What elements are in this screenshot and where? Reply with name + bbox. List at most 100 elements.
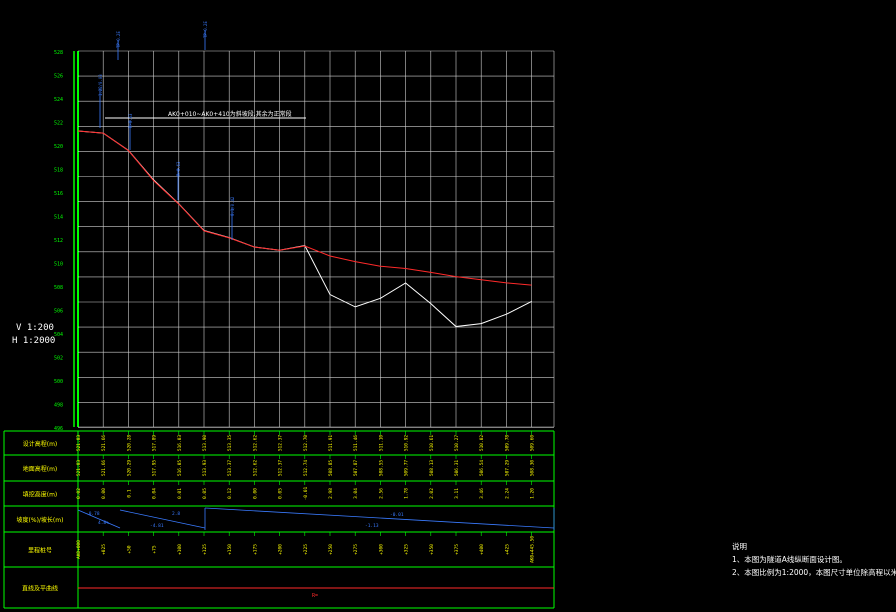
notes-title: 说明 bbox=[732, 542, 747, 551]
elevation-tick-label: 528 bbox=[54, 50, 63, 56]
row-title-slope: 坡度(%)/坡长(m) bbox=[17, 516, 64, 524]
station-cell: +325 bbox=[404, 544, 410, 555]
station-cell: +200 bbox=[278, 544, 284, 555]
ground-elevation-cell: 507.87 bbox=[353, 460, 359, 477]
dimension-label: TP-0.2E bbox=[203, 21, 208, 38]
fill-height-cell: 0.12 bbox=[227, 488, 233, 499]
design-elevation-cell: 513.35 bbox=[227, 435, 233, 452]
fill-height-cell: 0.05 bbox=[278, 488, 284, 499]
dimension-label: 0.1/0.42 bbox=[230, 196, 235, 216]
grade-line bbox=[204, 507, 555, 529]
ground-elevation-cell: 520.29 bbox=[126, 460, 132, 477]
fill-height-cell: 0.00 bbox=[101, 488, 107, 499]
ground-elevation-cell: 517.95 bbox=[152, 460, 158, 477]
ground-elevation-cell: 516.05 bbox=[177, 460, 183, 477]
curve-label: R= bbox=[312, 593, 318, 599]
fill-height-cell: 0.00 bbox=[252, 488, 258, 499]
elevation-tick-label: 510 bbox=[54, 262, 63, 268]
design-elevation-cell: 511.91 bbox=[328, 435, 334, 452]
station-cell: +275 bbox=[353, 544, 359, 555]
ground-elevation-cell: 512.62 bbox=[252, 460, 258, 477]
fill-height-cell: 0.1 bbox=[126, 489, 132, 497]
ground-elevation-cell: 509.77 bbox=[404, 460, 410, 477]
design-elevation-cell: 512.37 bbox=[278, 435, 284, 452]
design-elevation-cell: 521.83 bbox=[76, 435, 82, 452]
station-cell: +225 bbox=[303, 544, 309, 555]
design-elevation-cell: 513.90 bbox=[202, 435, 208, 452]
elevation-tick-label: 498 bbox=[54, 403, 63, 409]
design-elevation-cell: 510.61 bbox=[429, 435, 435, 452]
design-elevation-cell: 517.89 bbox=[152, 435, 158, 452]
row-title-station: 里程桩号 bbox=[28, 547, 52, 555]
slope-label: 2.8 bbox=[172, 511, 180, 517]
ground-elevation-cell: 508.55 bbox=[378, 460, 384, 477]
ground-elevation-cell: 508.85 bbox=[328, 460, 334, 477]
station-cell: +300 bbox=[378, 544, 384, 555]
fill-height-cell: 0.04 bbox=[152, 488, 158, 499]
row-title-design: 设计高程(m) bbox=[23, 440, 58, 448]
station-cell: +175 bbox=[252, 544, 258, 555]
station-cell: AK0+445.50 bbox=[530, 536, 536, 563]
fill-height-cell: 0.01 bbox=[177, 488, 183, 499]
ground-elevation-cell: 512.74 bbox=[303, 460, 309, 477]
elevation-tick-label: 518 bbox=[54, 168, 63, 174]
vertical-scale: V 1:200 bbox=[16, 323, 54, 333]
fill-height-cell: 3.46 bbox=[479, 488, 485, 499]
profile-drawing: 5285265245225205185165145125105085065045… bbox=[3, 21, 555, 609]
ground-elevation-cell: 513.37 bbox=[227, 460, 233, 477]
design-note: AK0+010~AK0+410为斜坡段,其余为正常段 bbox=[168, 110, 292, 118]
station-cell: AK0+000 bbox=[76, 540, 82, 559]
ground-elevation-cell: 521.66 bbox=[101, 460, 107, 477]
profile-annotations: AK0+010~AK0+410为斜坡段,其余为正常段 1.22/0.03 R-0.… bbox=[98, 21, 306, 240]
station-cell: +50 bbox=[126, 545, 132, 553]
fill-height-cell: 0.05 bbox=[202, 488, 208, 499]
row-title-curve: 直线及平曲线 bbox=[22, 585, 58, 593]
elevation-tick-label: 512 bbox=[54, 238, 63, 244]
slope-label: 4.8% bbox=[98, 520, 109, 526]
row-title-fill_cut: 填挖高度(m) bbox=[23, 491, 58, 499]
station-cell: +75 bbox=[152, 545, 158, 553]
design-elevation-cell: 512.70 bbox=[303, 435, 309, 452]
ground-elevation-cell: 507.29 bbox=[504, 460, 510, 477]
elevation-axis: 5285265245225205185165145125105085065045… bbox=[54, 50, 63, 432]
fill-height-cell: 1.78 bbox=[404, 488, 410, 499]
horizontal-scale: H 1:2000 bbox=[12, 336, 56, 346]
fill-height-cell: 2.24 bbox=[504, 488, 510, 499]
dimension-label: 1.22/0.03 bbox=[98, 74, 103, 96]
design-elevation-cell: 511.46 bbox=[353, 435, 359, 452]
elevation-tick-label: 502 bbox=[54, 356, 63, 362]
fill-height-cell: 2.02 bbox=[429, 488, 435, 499]
notes-line-1: 1、本图为隧道A线纵断面设计图。 bbox=[732, 555, 847, 564]
elevation-tick-label: 516 bbox=[54, 191, 63, 197]
ground-elevation-cell: 513.93 bbox=[202, 460, 208, 477]
ground-elevation-cell: 512.37 bbox=[278, 460, 284, 477]
fill-height-cell: 3.11 bbox=[454, 488, 460, 499]
slope-label: -0.78 bbox=[86, 511, 100, 517]
design-elevation-cell: 509.78 bbox=[504, 435, 510, 452]
fill-height-cell: 2.56 bbox=[378, 488, 384, 499]
fill-height-cell: 3.04 bbox=[353, 488, 359, 499]
notes: 说明 1、本图为隧道A线纵断面设计图。 2、本图比例为1:2000，本图尺寸单位… bbox=[732, 540, 896, 579]
ground-elevation-cell: 506.54 bbox=[479, 460, 485, 477]
station-cell: +125 bbox=[202, 544, 208, 555]
dimension-label: TP-0.2E bbox=[116, 31, 121, 48]
design-elevation-cell: 521.66 bbox=[101, 435, 107, 452]
design-elevation-cell: 520.28 bbox=[126, 435, 132, 452]
design-elevation-cell: 510.27 bbox=[454, 435, 460, 452]
fill-height-cell: 0.02 bbox=[76, 488, 82, 499]
station-cell: +025 bbox=[101, 544, 107, 555]
design-elevation-cell: 512.62 bbox=[252, 435, 258, 452]
design-elevation-cell: 516.03 bbox=[177, 435, 183, 452]
slope-label: -4.81 bbox=[150, 523, 164, 529]
elevation-tick-label: 522 bbox=[54, 121, 63, 127]
design-elevation-cell: 509.60 bbox=[530, 435, 536, 452]
station-cell: +425 bbox=[504, 544, 510, 555]
elevation-tick-label: 508 bbox=[54, 285, 63, 291]
design-elevation-cell: 510.02 bbox=[479, 435, 485, 452]
ground-elevation-cell: 508.30 bbox=[530, 460, 536, 477]
elevation-tick-label: 500 bbox=[54, 379, 63, 385]
design-elevation-cell: 510.92 bbox=[404, 435, 410, 452]
ground-elevation-cell: 508.13 bbox=[429, 460, 435, 477]
dimension-label: R-0.63 bbox=[128, 113, 133, 128]
fill-height-cell: -0.01 bbox=[303, 486, 309, 500]
